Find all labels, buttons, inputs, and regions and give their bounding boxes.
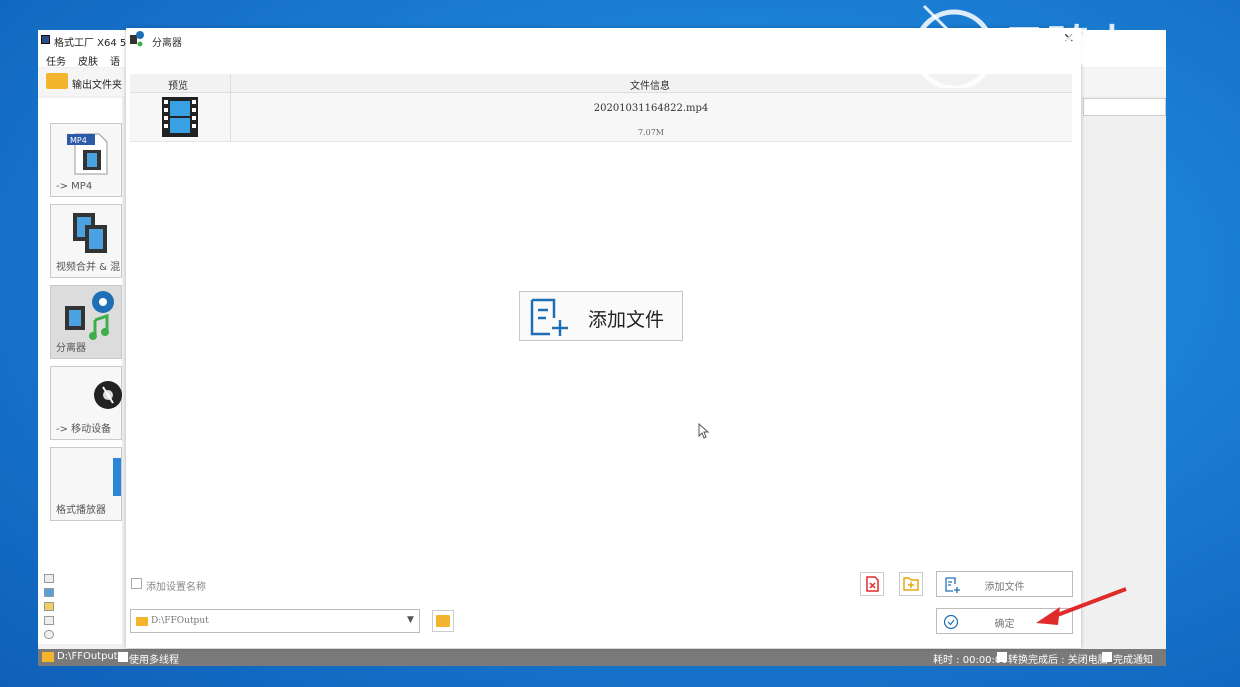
tile-label: 分离器 [56, 343, 86, 354]
tile-label: 视频合并 & 混 [56, 262, 121, 273]
add-file-large-button[interactable]: 添加文件 [519, 291, 683, 341]
notify-checkbox[interactable] [1102, 652, 1112, 662]
remove-file-icon [866, 576, 879, 592]
small-tool-icon[interactable] [44, 616, 54, 625]
dialog-title: 分离器 [152, 38, 182, 49]
video-file-icon [162, 97, 198, 137]
menu-item-skin[interactable]: 皮肤 [78, 53, 98, 68]
splitter-icon [130, 31, 144, 47]
output-path-select[interactable]: D:\FFOutput ▼ [130, 609, 420, 633]
output-folder-label: 输出文件夹 [72, 80, 122, 91]
app-icon [41, 35, 50, 44]
after-done-checkbox[interactable] [997, 652, 1007, 662]
tile-splitter[interactable]: 分离器 [50, 285, 122, 359]
chevron-down-icon: ▼ [407, 615, 414, 625]
svg-text:MP4: MP4 [70, 136, 87, 145]
mobile-device-icon [94, 381, 122, 409]
add-folder-icon [903, 577, 919, 591]
folder-icon [42, 652, 54, 662]
tile-label: 格式播放器 [56, 505, 106, 516]
tile-to-mp4[interactable]: MP4 -> MP4 [50, 123, 122, 197]
add-file-large-label: 添加文件 [588, 309, 665, 331]
right-panel-strip [1083, 98, 1166, 116]
add-folder-button[interactable] [899, 572, 923, 596]
browse-folder-button[interactable] [432, 610, 454, 632]
mouse-cursor-icon [698, 423, 710, 439]
menu-item-language[interactable]: 语 [110, 53, 120, 68]
red-arrow-annotation [1036, 587, 1127, 625]
small-tool-icon[interactable] [44, 630, 54, 639]
sidebar: MP4 -> MP4 视频合并 & 混 分离器 -> 移动设备 格式播放器 [38, 98, 122, 644]
video-merge-icon [73, 213, 107, 253]
status-output-path[interactable]: D:\FFOutput [57, 651, 118, 662]
column-divider [230, 74, 231, 92]
file-list-row[interactable]: 20201031164822.mp4 7.07M [130, 93, 1072, 142]
player-icon [113, 458, 121, 496]
remove-file-button[interactable] [860, 572, 884, 596]
folder-icon [46, 73, 68, 89]
add-setting-name-checkbox[interactable] [131, 578, 142, 589]
multithread-label: 使用多线程 [129, 655, 179, 666]
tile-label: -> MP4 [56, 181, 93, 192]
folder-icon [136, 617, 148, 626]
after-done-label: 转换完成后 : 关闭电脑 [1008, 655, 1108, 666]
add-setting-name-label: 添加设置名称 [146, 582, 206, 593]
menu-item-task[interactable]: 任务 [46, 53, 66, 68]
file-name: 20201031164822.mp4 [593, 103, 709, 114]
add-file-icon [530, 298, 568, 336]
small-tool-icon[interactable] [44, 574, 54, 583]
column-file-info: 文件信息 [630, 81, 670, 92]
tile-mobile-device[interactable]: -> 移动设备 [50, 366, 122, 440]
app-title: 格式工厂 X64 5 [54, 38, 127, 49]
tile-video-merge[interactable]: 视频合并 & 混 [50, 204, 122, 278]
tile-label: -> 移动设备 [56, 424, 112, 435]
output-path-value: D:\FFOutput [151, 616, 209, 626]
watermark-text: 云骑士 [1003, 21, 1136, 70]
column-preview: 预览 [168, 81, 188, 92]
yunqishi-logo-icon [913, 4, 995, 88]
file-size: 7.07M [637, 128, 664, 137]
multithread-checkbox[interactable] [118, 652, 128, 662]
small-tool-icon[interactable] [44, 602, 54, 611]
splitter-dialog: 分离器 ✕ 预览 文件信息 20201031164822.mp4 7.07M 添… [126, 28, 1081, 648]
folder-icon [436, 615, 450, 627]
output-folder-button[interactable] [46, 73, 68, 89]
splitter-icon [65, 291, 114, 340]
notify-label: 完成通知 [1113, 655, 1153, 666]
status-bar: D:\FFOutput 使用多线程 耗时 : 00:00:00 转换完成后 : … [38, 649, 1166, 666]
tile-format-player[interactable]: 格式播放器 [50, 447, 122, 521]
mp4-file-icon: MP4 [67, 133, 108, 175]
small-tool-icon[interactable] [44, 588, 54, 597]
